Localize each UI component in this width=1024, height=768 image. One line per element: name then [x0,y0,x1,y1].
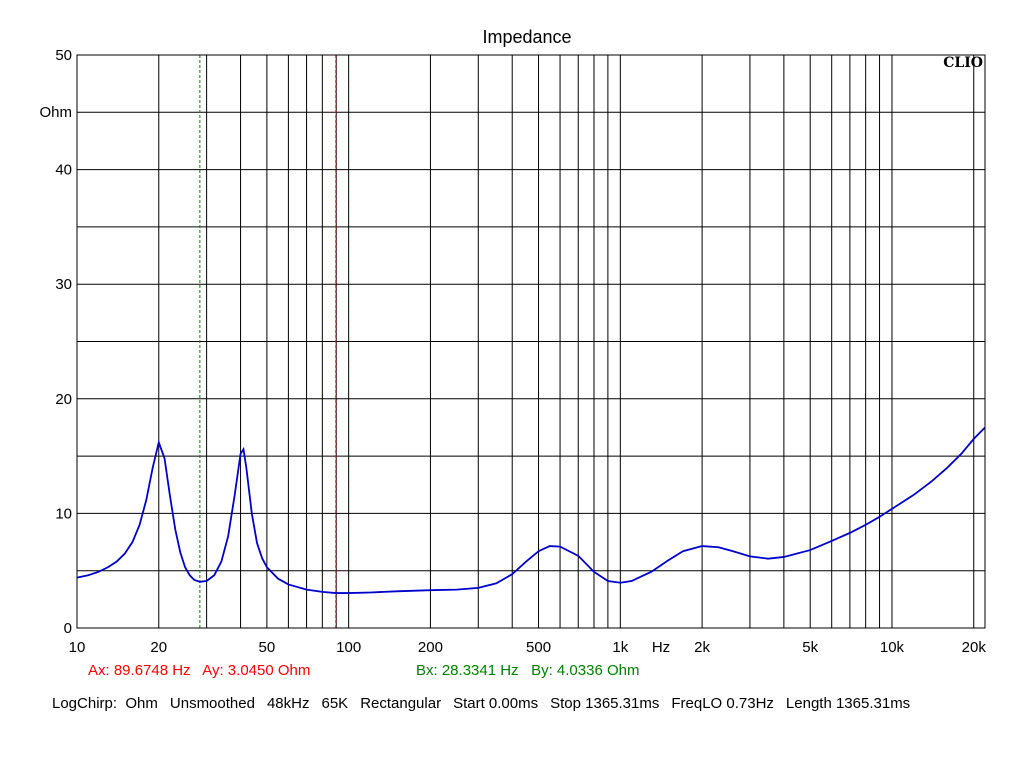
x-tick-label: 20 [150,639,167,656]
footer-item: Rectangular [360,695,442,712]
y-tick-label: 30 [55,276,72,293]
cursor-a-readout: Ax: 89.6748 Hz Ay: 3.0450 Ohm [88,662,310,679]
footer-item: Unsmoothed [169,695,255,712]
footer-item: 48kHz [266,695,310,712]
footer-item: 65K [321,695,349,712]
footer-item: FreqLO 0.73Hz [671,695,774,712]
x-tick-label: 1k [612,639,628,656]
y-tick-label: 10 [55,505,72,522]
x-tick-label: 10k [880,639,905,656]
y-tick-labels: 0 10 20 30 40 50 [55,47,72,637]
x-tick-labels: 10 20 50 100 200 500 1k 2k 5k 10k 20k [69,639,987,656]
y-tick-label: 20 [55,391,72,408]
x-tick-label: 10 [69,639,86,656]
x-tick-label: 50 [259,639,276,656]
cursor-b-readout: Bx: 28.3341 Hz By: 4.0336 Ohm [416,662,639,679]
x-tick-label: 500 [526,639,551,656]
measurement-settings: LogChirp: Ohm Unsmoothed 48kHz 65K Rectangul… [52,695,922,712]
impedance-curve [76,426,986,594]
footer-item: Stop 1365.31ms [550,695,660,712]
minor-grid [77,111,985,572]
footer-item: Start 0.00ms [453,695,539,712]
y-tick-label: 50 [55,47,72,64]
impedance-chart: Impedance Ohm CLIO 0 10 20 30 40 50 10 20 50 100… [39,27,987,679]
chart-title: Impedance [482,27,571,47]
brand-logo: CLIO [943,55,983,71]
x-tick-label: 5k [802,639,818,656]
footer-item: Length 1365.31ms [785,695,911,712]
y-tick-label: 0 [64,620,72,637]
x-tick-label: 200 [418,639,443,656]
x-tick-label: 20k [962,639,987,656]
x-tick-label: 2k [694,639,710,656]
x-tick-label: 100 [336,639,361,656]
y-tick-label: 40 [55,162,72,179]
x-axis-label: Hz [652,639,670,656]
y-axis-label: Ohm [39,104,72,121]
footer-item: LogChirp: Ohm [52,695,158,712]
